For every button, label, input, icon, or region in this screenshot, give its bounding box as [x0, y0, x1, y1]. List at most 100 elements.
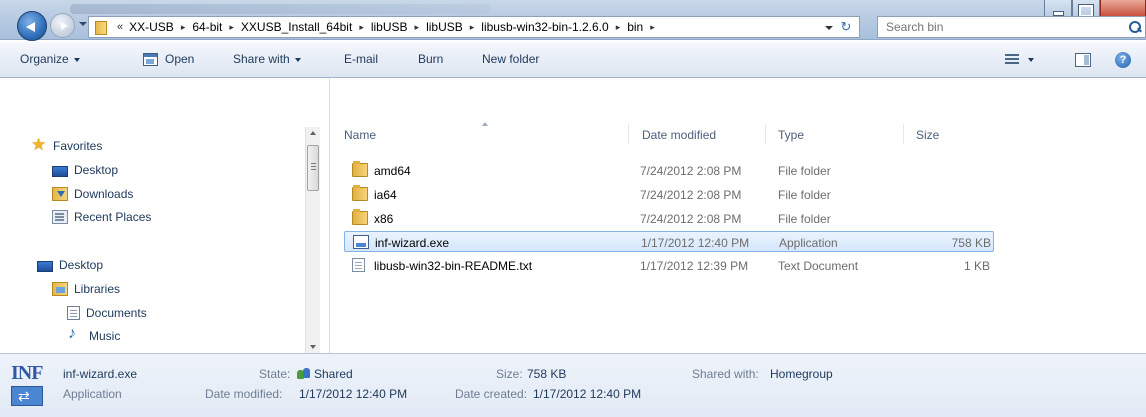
libraries-icon	[52, 282, 68, 296]
open-button[interactable]: Open	[165, 52, 194, 66]
email-button[interactable]: E-mail	[344, 52, 378, 66]
nav-music-label: Music	[89, 329, 121, 343]
crumb-bin[interactable]: bin	[625, 20, 645, 34]
file-row-amd64[interactable]: amd64 7/24/2012 2:08 PM File folder	[344, 160, 994, 181]
organize-button[interactable]: Organize	[20, 52, 80, 66]
crumb-xxusb-install[interactable]: XXUSB_Install_64bit	[239, 20, 354, 34]
nav-favorites[interactable]: Favorites	[31, 135, 102, 156]
address-dropdown-icon[interactable]	[825, 26, 833, 30]
file-size: 758 KB	[951, 236, 991, 250]
file-row-inf-wizard[interactable]: inf-wizard.exe 1/17/2012 12:40 PM Applic…	[344, 231, 994, 252]
file-name: inf-wizard.exe	[375, 236, 450, 250]
share-with-button[interactable]: Share with	[233, 52, 301, 66]
nav-libraries-label: Libraries	[74, 282, 121, 296]
details-created-label: Date created:	[455, 387, 528, 401]
chevron-down-icon	[294, 57, 301, 62]
crumb-separator[interactable]: ▸	[611, 22, 626, 33]
crumb-separator[interactable]: ▸	[410, 22, 425, 33]
details-pane: INF inf-wizard.exe Application State: Sh…	[0, 353, 1146, 417]
details-state-value: Shared	[297, 367, 353, 381]
nav-music[interactable]: Music	[67, 325, 121, 346]
details-created-value: 1/17/2012 12:40 PM	[533, 387, 642, 401]
search-box[interactable]	[877, 16, 1146, 38]
crumb-64-bit[interactable]: 64-bit	[190, 20, 224, 34]
column-header-name[interactable]: Name	[344, 128, 376, 142]
application-icon	[353, 235, 369, 249]
forward-button[interactable]	[50, 13, 75, 38]
new-folder-button[interactable]: New folder	[482, 52, 539, 66]
nav-recent-places-label: Recent Places	[74, 210, 152, 224]
help-icon[interactable]: ?	[1115, 52, 1131, 68]
details-shared-with-value: Homegroup	[770, 367, 833, 381]
crumb-separator[interactable]: ▸	[224, 22, 239, 33]
nav-downloads-label: Downloads	[74, 187, 134, 201]
nav-documents[interactable]: Documents	[67, 303, 147, 323]
scroll-up-arrow[interactable]	[310, 131, 316, 135]
file-type: File folder	[778, 212, 831, 226]
crumb-separator[interactable]: ▸	[465, 22, 480, 33]
window-title-blurred	[70, 4, 490, 14]
crumb-libusb[interactable]: libUSB	[369, 20, 410, 34]
file-name: amd64	[374, 164, 411, 178]
file-row-ia64[interactable]: ia64 7/24/2012 2:08 PM File folder	[344, 184, 994, 205]
crumb-separator[interactable]: ▸	[354, 22, 369, 33]
file-size: 1 KB	[963, 259, 990, 273]
file-date: 1/17/2012 12:40 PM	[641, 236, 750, 250]
preview-pane-icon[interactable]	[1075, 53, 1091, 67]
downloads-icon	[52, 187, 68, 201]
crumb-separator[interactable]: ▸	[645, 22, 660, 33]
column-divider[interactable]	[903, 124, 904, 144]
recent-pages-dropdown[interactable]	[79, 22, 87, 26]
text-document-icon	[352, 258, 365, 272]
nav-libraries[interactable]: Libraries	[52, 279, 120, 299]
column-divider[interactable]	[628, 124, 629, 144]
desktop-icon	[52, 165, 68, 177]
file-date: 7/24/2012 2:08 PM	[640, 164, 742, 178]
crumb-libusb-2[interactable]: libUSB	[424, 20, 465, 34]
star-icon	[31, 135, 47, 155]
nav-desktop-favorite[interactable]: Desktop	[52, 160, 118, 180]
search-input[interactable]	[878, 17, 1108, 37]
file-list: Name Date modified Type Size amd64 7/24/…	[332, 78, 1146, 353]
nav-desktop-label: Desktop	[74, 163, 119, 177]
file-name: libusb-win32-bin-README.txt	[374, 259, 533, 273]
scroll-down-arrow[interactable]	[310, 345, 316, 349]
column-header-size[interactable]: Size	[916, 128, 939, 142]
refresh-icon[interactable]: ↻	[836, 18, 856, 36]
crumb-libusb-win32-bin[interactable]: libusb-win32-bin-1.2.6.0	[479, 20, 610, 34]
burn-button[interactable]: Burn	[418, 52, 443, 66]
details-file-name: inf-wizard.exe	[63, 367, 138, 381]
address-bar[interactable]: « XX-USB ▸ 64-bit ▸ XXUSB_Install_64bit …	[88, 16, 860, 38]
back-button[interactable]	[17, 11, 47, 41]
command-bar: Organize Open Share with E-mail Burn New…	[0, 42, 1146, 78]
nav-desktop[interactable]: Desktop	[37, 255, 103, 275]
title-bar[interactable]: « XX-USB ▸ 64-bit ▸ XXUSB_Install_64bit …	[0, 0, 1146, 41]
view-options-dropdown[interactable]	[1028, 58, 1034, 62]
documents-icon	[67, 306, 80, 320]
details-state-text: Shared	[314, 367, 353, 381]
crumb-separator[interactable]: ▸	[176, 22, 191, 33]
column-header-type[interactable]: Type	[778, 128, 804, 142]
file-date: 7/24/2012 2:08 PM	[640, 212, 742, 226]
folder-icon	[93, 20, 111, 35]
change-view-icon[interactable]	[1005, 54, 1019, 64]
search-icon[interactable]	[1128, 20, 1142, 34]
navigation-scrollbar[interactable]	[305, 127, 320, 353]
folder-icon	[352, 209, 368, 225]
address-overflow-chevron[interactable]: «	[117, 21, 123, 33]
nav-recent-places[interactable]: Recent Places	[52, 207, 151, 227]
column-divider[interactable]	[765, 124, 766, 144]
navigation-pane: Favorites Desktop Downloads Recent Place…	[17, 78, 330, 353]
chevron-down-icon	[73, 57, 80, 62]
file-row-x86[interactable]: x86 7/24/2012 2:08 PM File folder	[344, 208, 994, 229]
desktop-icon	[37, 260, 53, 272]
folder-icon	[352, 161, 368, 177]
music-icon	[67, 325, 83, 343]
nav-downloads[interactable]: Downloads	[52, 184, 133, 204]
scroll-thumb[interactable]	[307, 145, 319, 191]
file-row-readme[interactable]: libusb-win32-bin-README.txt 1/17/2012 12…	[344, 255, 994, 276]
nav-desktop-root-label: Desktop	[59, 258, 104, 272]
crumb-xx-usb[interactable]: XX-USB	[127, 20, 176, 34]
column-header-date-modified[interactable]: Date modified	[642, 128, 716, 142]
details-state-label: State:	[259, 367, 291, 381]
